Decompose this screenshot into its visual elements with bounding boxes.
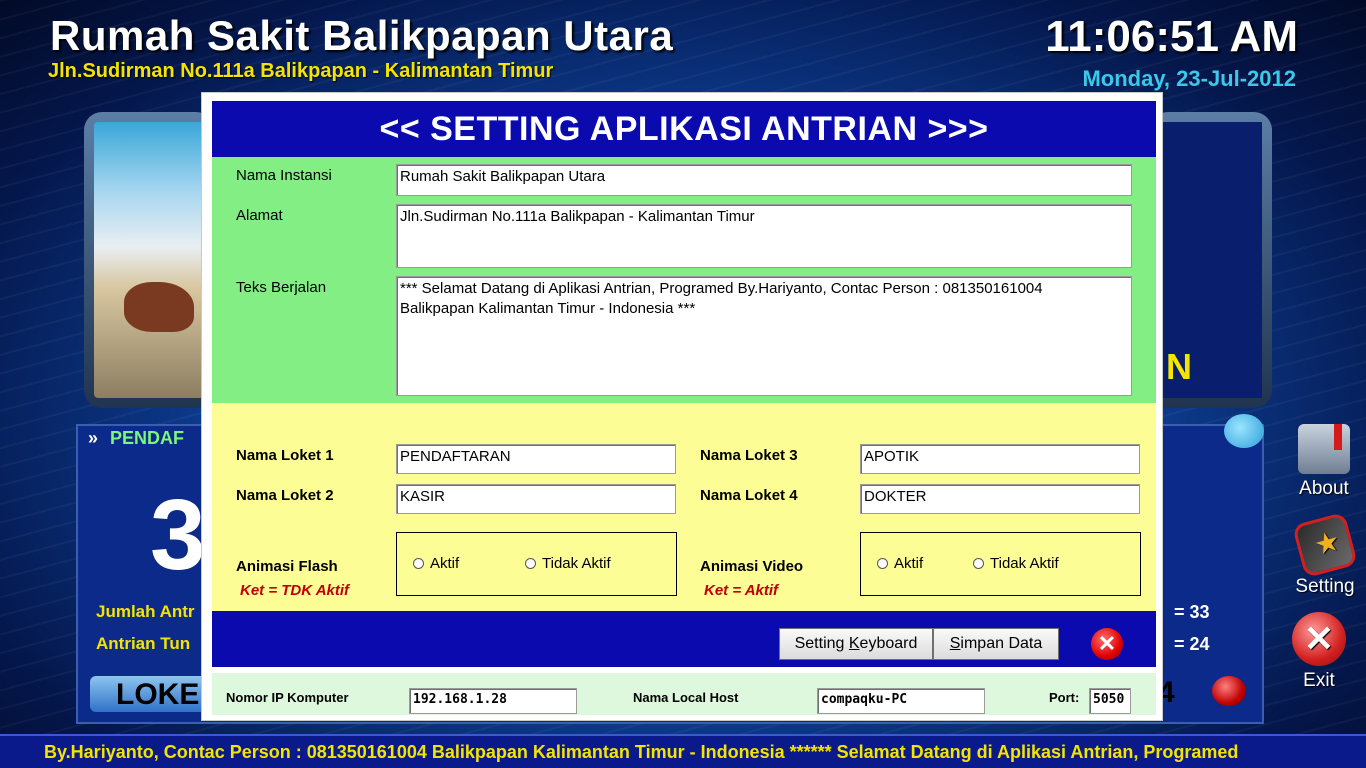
simpan-data-post: impan Data: [960, 635, 1043, 652]
jumlah-antrian-value: = 33: [1174, 602, 1210, 622]
exit-icon: ✕: [1292, 612, 1346, 666]
simpan-data-button[interactable]: Simpan Data: [933, 628, 1059, 660]
video-aktif-label: Aktif: [894, 555, 924, 572]
flash-tidak-aktif-radio[interactable]: Tidak Aktif: [525, 555, 611, 572]
loket3-label: Nama Loket 3: [700, 447, 798, 464]
animasi-flash-ket: Ket = TDK Aktif: [240, 582, 350, 599]
exit-label: Exit: [1303, 670, 1335, 691]
counter-heading: » PENDAF: [88, 428, 184, 449]
queue-number: 3: [150, 479, 206, 591]
hospital-address: Jln.Sudirman No.111a Balikpapan - Kalima…: [48, 60, 554, 82]
clock-date: Monday, 23-Jul-2012: [1082, 66, 1296, 91]
video-tidak-aktif-radio[interactable]: Tidak Aktif: [973, 555, 1059, 572]
animasi-video-group: Aktif Tidak Aktif: [860, 532, 1141, 596]
port-label: Port:: [1049, 690, 1080, 705]
video-screen: [94, 122, 204, 398]
simpan-data-hotkey: S: [949, 635, 961, 652]
video-tidak-aktif-label: Tidak Aktif: [990, 555, 1059, 572]
radio-circle-icon: [877, 558, 888, 569]
nama-instansi-input[interactable]: Rumah Sakit Balikpapan Utara: [396, 164, 1132, 196]
video-frame: [84, 112, 214, 408]
twitter-bird-icon: [1224, 414, 1264, 448]
teks-berjalan-label: Teks Berjalan: [236, 279, 327, 296]
loket1-label: Nama Loket 1: [236, 447, 334, 464]
loket1-input[interactable]: PENDAFTARAN: [396, 444, 676, 474]
setting-label: Setting: [1295, 576, 1355, 597]
teks-berjalan-input[interactable]: *** Selamat Datang di Aplikasi Antrian, …: [396, 276, 1132, 396]
animasi-flash-group: Aktif Tidak Aktif: [396, 532, 677, 596]
counter-heading-label: PENDAF: [110, 428, 185, 448]
flash-aktif-radio[interactable]: Aktif: [413, 555, 459, 572]
loket4-label: Nama Loket 4: [700, 487, 798, 504]
setting-button[interactable]: Setting: [1290, 511, 1360, 598]
setting-keyboard-button[interactable]: Setting Keyboard: [779, 628, 933, 660]
host-input[interactable]: compaqku-PC: [817, 688, 985, 714]
animasi-flash-label: Animasi Flash: [236, 558, 338, 575]
port-input[interactable]: 5050: [1089, 688, 1131, 714]
loket3-input[interactable]: APOTIK: [860, 444, 1140, 474]
hospital-title: Rumah Sakit Balikpapan Utara: [50, 12, 674, 59]
alamat-input[interactable]: Jln.Sudirman No.111a Balikpapan - Kalima…: [396, 204, 1132, 268]
clock-time: 11:06:51 AM: [1045, 12, 1298, 61]
flash-aktif-label: Aktif: [430, 555, 460, 572]
right-display-letter: N: [1166, 346, 1192, 387]
running-text-bar: By.Hariyanto, Contac Person : 0813501610…: [0, 734, 1366, 768]
loket2-label: Nama Loket 2: [236, 487, 334, 504]
loket2-input[interactable]: KASIR: [396, 484, 676, 514]
double-arrow-icon: »: [88, 428, 99, 448]
close-dialog-icon[interactable]: ✕: [1091, 628, 1123, 660]
loket4-input[interactable]: DOKTER: [860, 484, 1140, 514]
animasi-video-ket: Ket = Aktif: [704, 582, 779, 599]
exit-button[interactable]: ✕ Exit: [1290, 612, 1348, 692]
call-button[interactable]: [1212, 676, 1246, 706]
right-display-frame: N: [1150, 112, 1272, 408]
dialog-title: << SETTING APLIKASI ANTRIAN >>>: [212, 101, 1156, 157]
setting-keyboard-pre: Setting: [794, 635, 849, 652]
about-label: About: [1299, 478, 1349, 499]
antrian-tunggu-value: = 24: [1174, 634, 1210, 654]
alamat-label: Alamat: [236, 207, 283, 224]
right-display-screen: N: [1160, 122, 1262, 398]
setting-dialog: << SETTING APLIKASI ANTRIAN >>> Nama Ins…: [201, 92, 1163, 721]
ip-input[interactable]: 192.168.1.28: [409, 688, 577, 714]
setting-keyboard-hotkey: K: [848, 635, 860, 652]
ip-label: Nomor IP Komputer: [226, 690, 349, 705]
flash-tidak-aktif-label: Tidak Aktif: [542, 555, 611, 572]
jumlah-antrian-label: Jumlah Antr: [96, 602, 195, 621]
host-label: Nama Local Host: [633, 690, 739, 705]
animasi-video-label: Animasi Video: [700, 558, 804, 575]
running-text: By.Hariyanto, Contac Person : 0813501610…: [44, 742, 1239, 762]
video-aktif-radio[interactable]: Aktif: [877, 555, 923, 572]
about-button[interactable]: About: [1292, 424, 1356, 500]
radio-circle-icon: [973, 558, 984, 569]
setting-star-icon: [1291, 511, 1359, 579]
nama-instansi-label: Nama Instansi: [236, 167, 332, 184]
radio-circle-icon: [413, 558, 424, 569]
folder-icon: [1298, 424, 1350, 474]
antrian-tunggu-label: Antrian Tun: [96, 634, 191, 653]
horse-image: [124, 282, 194, 332]
setting-keyboard-post: eyboard: [859, 635, 918, 652]
loket-bar-label: LOKE: [116, 678, 200, 711]
radio-circle-icon: [525, 558, 536, 569]
